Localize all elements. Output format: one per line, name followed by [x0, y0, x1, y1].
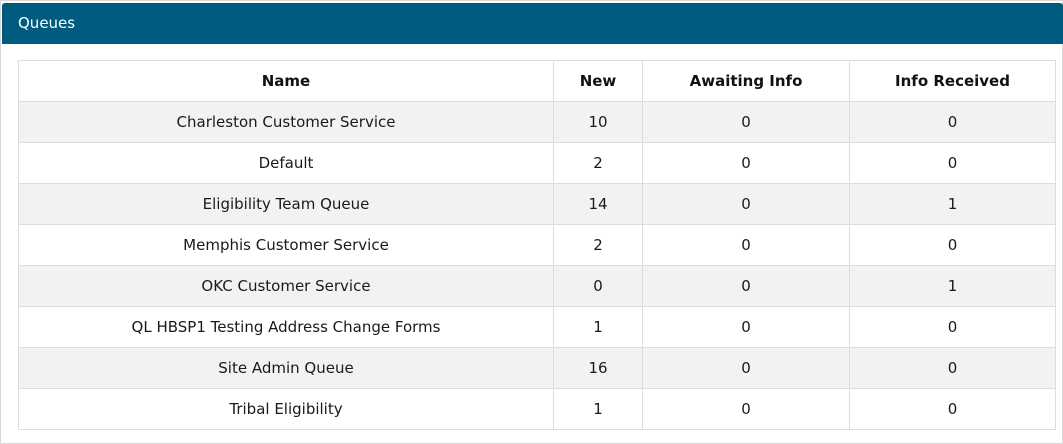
table-row[interactable]: QL HBSP1 Testing Address Change Forms 1 … [18, 306, 1056, 348]
new-count-cell[interactable]: 1 [553, 388, 643, 430]
panel-title: Queues [18, 14, 76, 32]
awaiting-info-count-cell[interactable]: 0 [642, 347, 850, 389]
queue-name-cell[interactable]: Tribal Eligibility [18, 388, 554, 430]
info-received-count-cell[interactable]: 0 [849, 101, 1056, 143]
awaiting-info-count-cell[interactable]: 0 [642, 306, 850, 348]
info-received-count-cell[interactable]: 1 [849, 183, 1056, 225]
table-row[interactable]: Eligibility Team Queue 14 0 1 [18, 183, 1056, 225]
info-received-count-cell[interactable]: 1 [849, 265, 1056, 307]
table-row[interactable]: Charleston Customer Service 10 0 0 [18, 101, 1056, 143]
new-count-cell[interactable]: 2 [553, 142, 643, 184]
new-count-cell[interactable]: 2 [553, 224, 643, 266]
table-row[interactable]: Tribal Eligibility 1 0 0 [18, 388, 1056, 430]
new-count-cell[interactable]: 1 [553, 306, 643, 348]
panel-header: Queues [2, 3, 1063, 44]
queue-name-cell[interactable]: OKC Customer Service [18, 265, 554, 307]
column-header-new[interactable]: New [553, 60, 643, 102]
awaiting-info-count-cell[interactable]: 0 [642, 183, 850, 225]
queues-table: Name New Awaiting Info Info Received Cha… [18, 60, 1056, 430]
column-header-name[interactable]: Name [18, 60, 554, 102]
column-header-awaiting-info[interactable]: Awaiting Info [642, 60, 850, 102]
queue-name-cell[interactable]: Default [18, 142, 554, 184]
new-count-cell[interactable]: 0 [553, 265, 643, 307]
queues-panel: Queues Name New Awaiting Info Info Recei… [0, 0, 1063, 444]
awaiting-info-count-cell[interactable]: 0 [642, 101, 850, 143]
table-row[interactable]: OKC Customer Service 0 0 1 [18, 265, 1056, 307]
new-count-cell[interactable]: 10 [553, 101, 643, 143]
table-row[interactable]: Site Admin Queue 16 0 0 [18, 347, 1056, 389]
queue-name-cell[interactable]: Eligibility Team Queue [18, 183, 554, 225]
awaiting-info-count-cell[interactable]: 0 [642, 224, 850, 266]
table-row[interactable]: Memphis Customer Service 2 0 0 [18, 224, 1056, 266]
table-header-row: Name New Awaiting Info Info Received [18, 60, 1056, 102]
info-received-count-cell[interactable]: 0 [849, 306, 1056, 348]
queue-name-cell[interactable]: Site Admin Queue [18, 347, 554, 389]
new-count-cell[interactable]: 16 [553, 347, 643, 389]
column-header-info-received[interactable]: Info Received [849, 60, 1056, 102]
queue-name-cell[interactable]: Charleston Customer Service [18, 101, 554, 143]
info-received-count-cell[interactable]: 0 [849, 347, 1056, 389]
awaiting-info-count-cell[interactable]: 0 [642, 388, 850, 430]
queue-name-cell[interactable]: Memphis Customer Service [18, 224, 554, 266]
awaiting-info-count-cell[interactable]: 0 [642, 142, 850, 184]
info-received-count-cell[interactable]: 0 [849, 388, 1056, 430]
table-row[interactable]: Default 2 0 0 [18, 142, 1056, 184]
info-received-count-cell[interactable]: 0 [849, 224, 1056, 266]
awaiting-info-count-cell[interactable]: 0 [642, 265, 850, 307]
new-count-cell[interactable]: 14 [553, 183, 643, 225]
info-received-count-cell[interactable]: 0 [849, 142, 1056, 184]
queue-name-cell[interactable]: QL HBSP1 Testing Address Change Forms [18, 306, 554, 348]
